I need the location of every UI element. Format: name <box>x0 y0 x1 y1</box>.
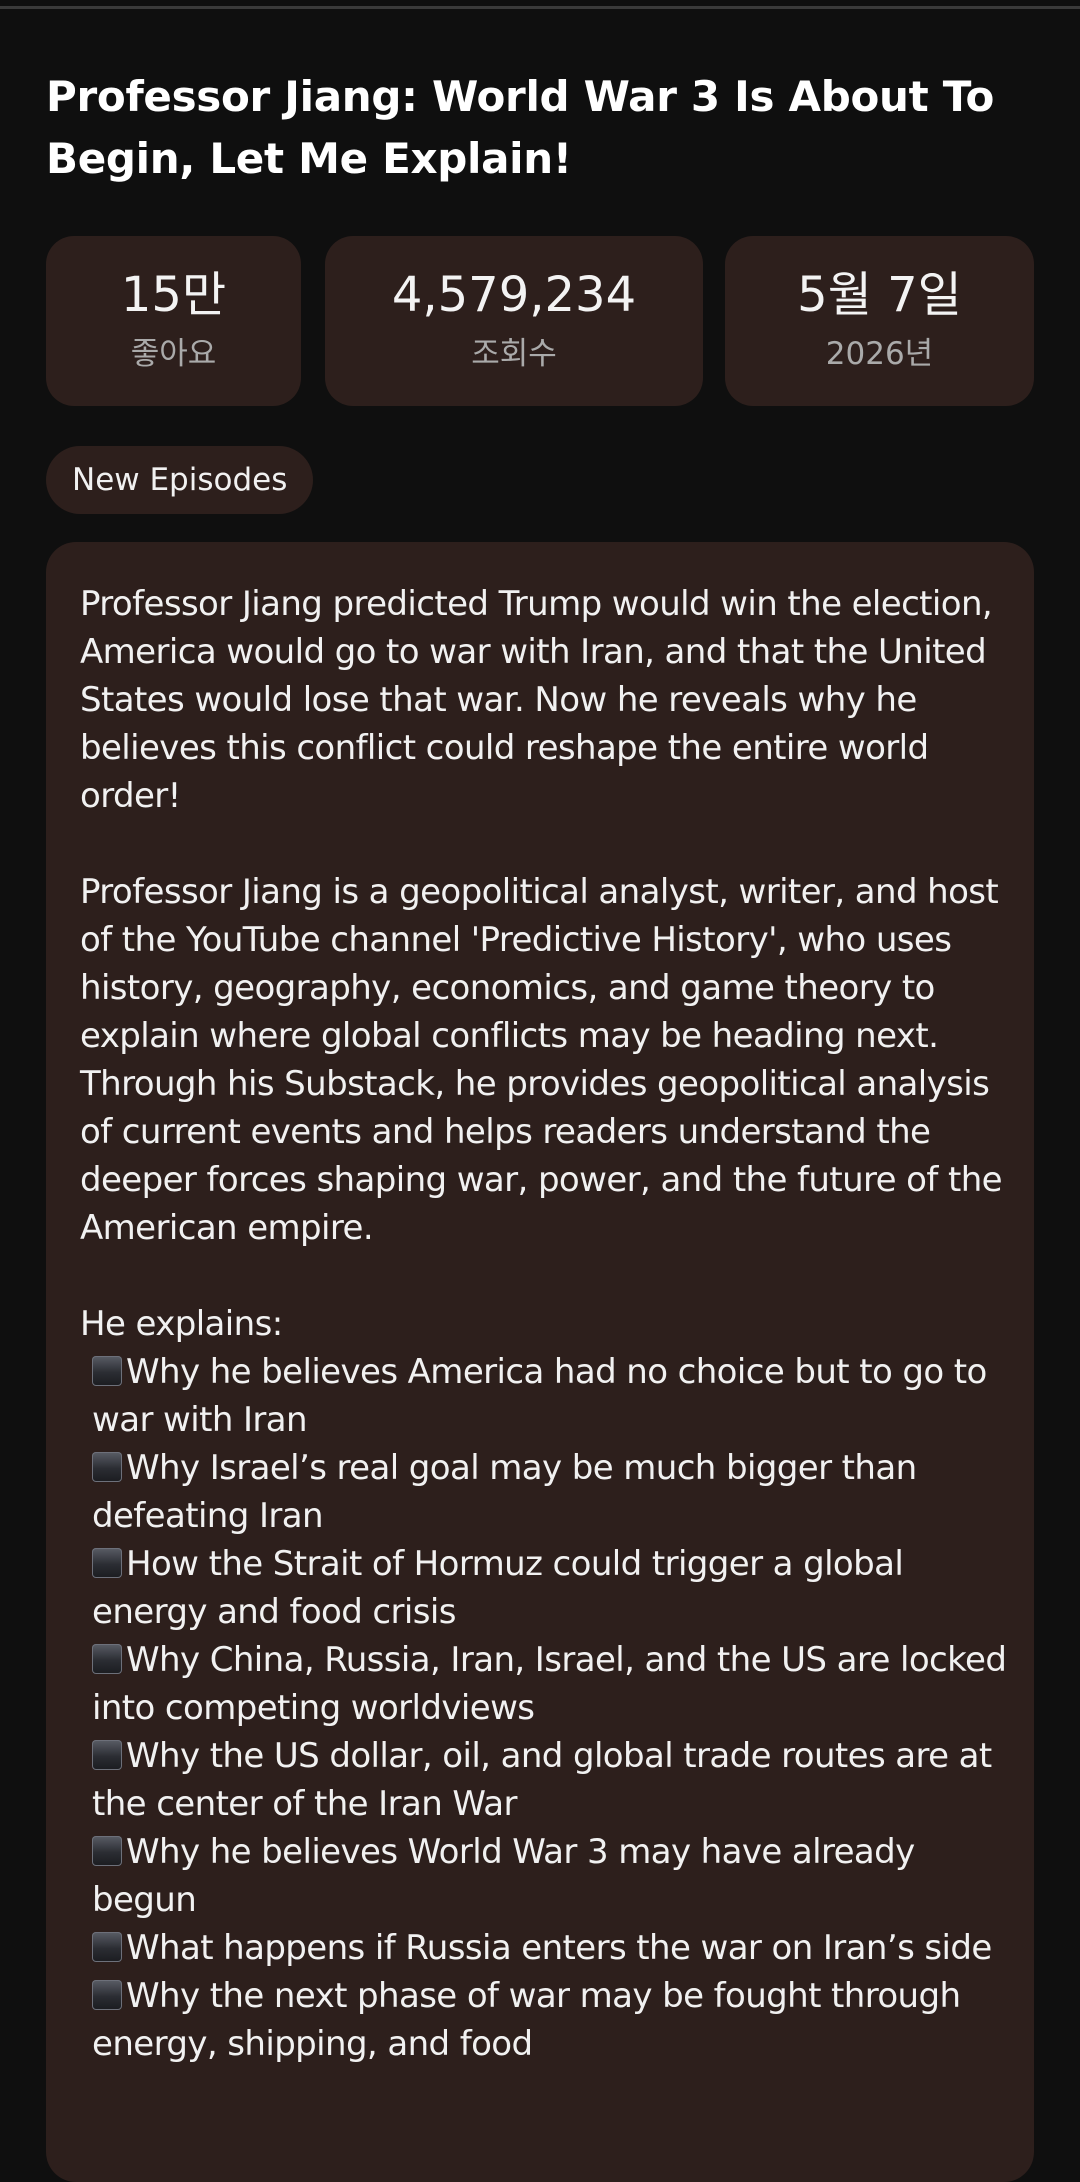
bullet-text: Why he believes World War 3 may have alr… <box>92 1832 915 1920</box>
publish-year: 2026년 <box>825 336 934 372</box>
bullet-list: Why he believes America had no choice bu… <box>80 1348 1015 2068</box>
stats-row: 15만 좋아요 4,579,234 조회수 5월 7일 2026년 <box>46 236 1034 406</box>
bullet-text: What happens if Russia enters the war on… <box>126 1928 992 1968</box>
black-medium-square-icon <box>92 1548 122 1578</box>
bullet-text: Why Israel’s real goal may be much bigge… <box>92 1448 917 1536</box>
bullet-item: Why Israel’s real goal may be much bigge… <box>80 1444 1015 1540</box>
top-divider <box>0 6 1080 9</box>
bullet-item: Why the next phase of war may be fought … <box>80 1972 1015 2068</box>
likes-count: 15만 <box>120 267 227 323</box>
date-stat[interactable]: 5월 7일 2026년 <box>725 236 1034 406</box>
black-medium-square-icon <box>92 1356 122 1386</box>
black-medium-square-icon <box>92 1836 122 1866</box>
video-title: Professor Jiang: World War 3 Is About To… <box>46 72 995 183</box>
bullet-text: How the Strait of Hormuz could trigger a… <box>92 1544 904 1632</box>
bullet-text: Why he believes America had no choice bu… <box>92 1352 987 1440</box>
bullets-intro: He explains: <box>80 1304 283 1344</box>
views-label: 조회수 <box>471 336 557 372</box>
bullet-item: Why he believes America had no choice bu… <box>80 1348 1015 1444</box>
bullet-text: Why the US dollar, oil, and global trade… <box>92 1736 992 1824</box>
bullet-text: Why China, Russia, Iran, Israel, and the… <box>92 1640 1007 1728</box>
description-paragraph: Professor Jiang is a geopolitical analys… <box>80 872 1003 1248</box>
views-stat[interactable]: 4,579,234 조회수 <box>325 236 703 406</box>
views-count: 4,579,234 <box>391 267 637 323</box>
description-panel[interactable]: Professor Jiang predicted Trump would wi… <box>46 542 1034 2182</box>
likes-stat[interactable]: 15만 좋아요 <box>46 236 301 406</box>
bullet-item: Why the US dollar, oil, and global trade… <box>80 1732 1015 1828</box>
black-medium-square-icon <box>92 1740 122 1770</box>
bullet-item: What happens if Russia enters the war on… <box>80 1924 1015 1972</box>
black-medium-square-icon <box>92 1452 122 1482</box>
bullet-item: How the Strait of Hormuz could trigger a… <box>80 1540 1015 1636</box>
black-medium-square-icon <box>92 1932 122 1962</box>
black-medium-square-icon <box>92 1980 122 2010</box>
bullet-text: Why the next phase of war may be fought … <box>92 1976 961 2064</box>
hashtag-chip[interactable]: New Episodes <box>46 446 314 514</box>
bullet-item: Why he believes World War 3 may have alr… <box>80 1828 1015 1924</box>
black-medium-square-icon <box>92 1644 122 1674</box>
description-text: Professor Jiang predicted Trump would wi… <box>80 580 1015 2068</box>
likes-label: 좋아요 <box>130 336 217 372</box>
bullet-item: Why China, Russia, Iran, Israel, and the… <box>80 1636 1015 1732</box>
publish-date: 5월 7일 <box>797 267 962 323</box>
description-paragraph: Professor Jiang predicted Trump would wi… <box>80 584 993 816</box>
